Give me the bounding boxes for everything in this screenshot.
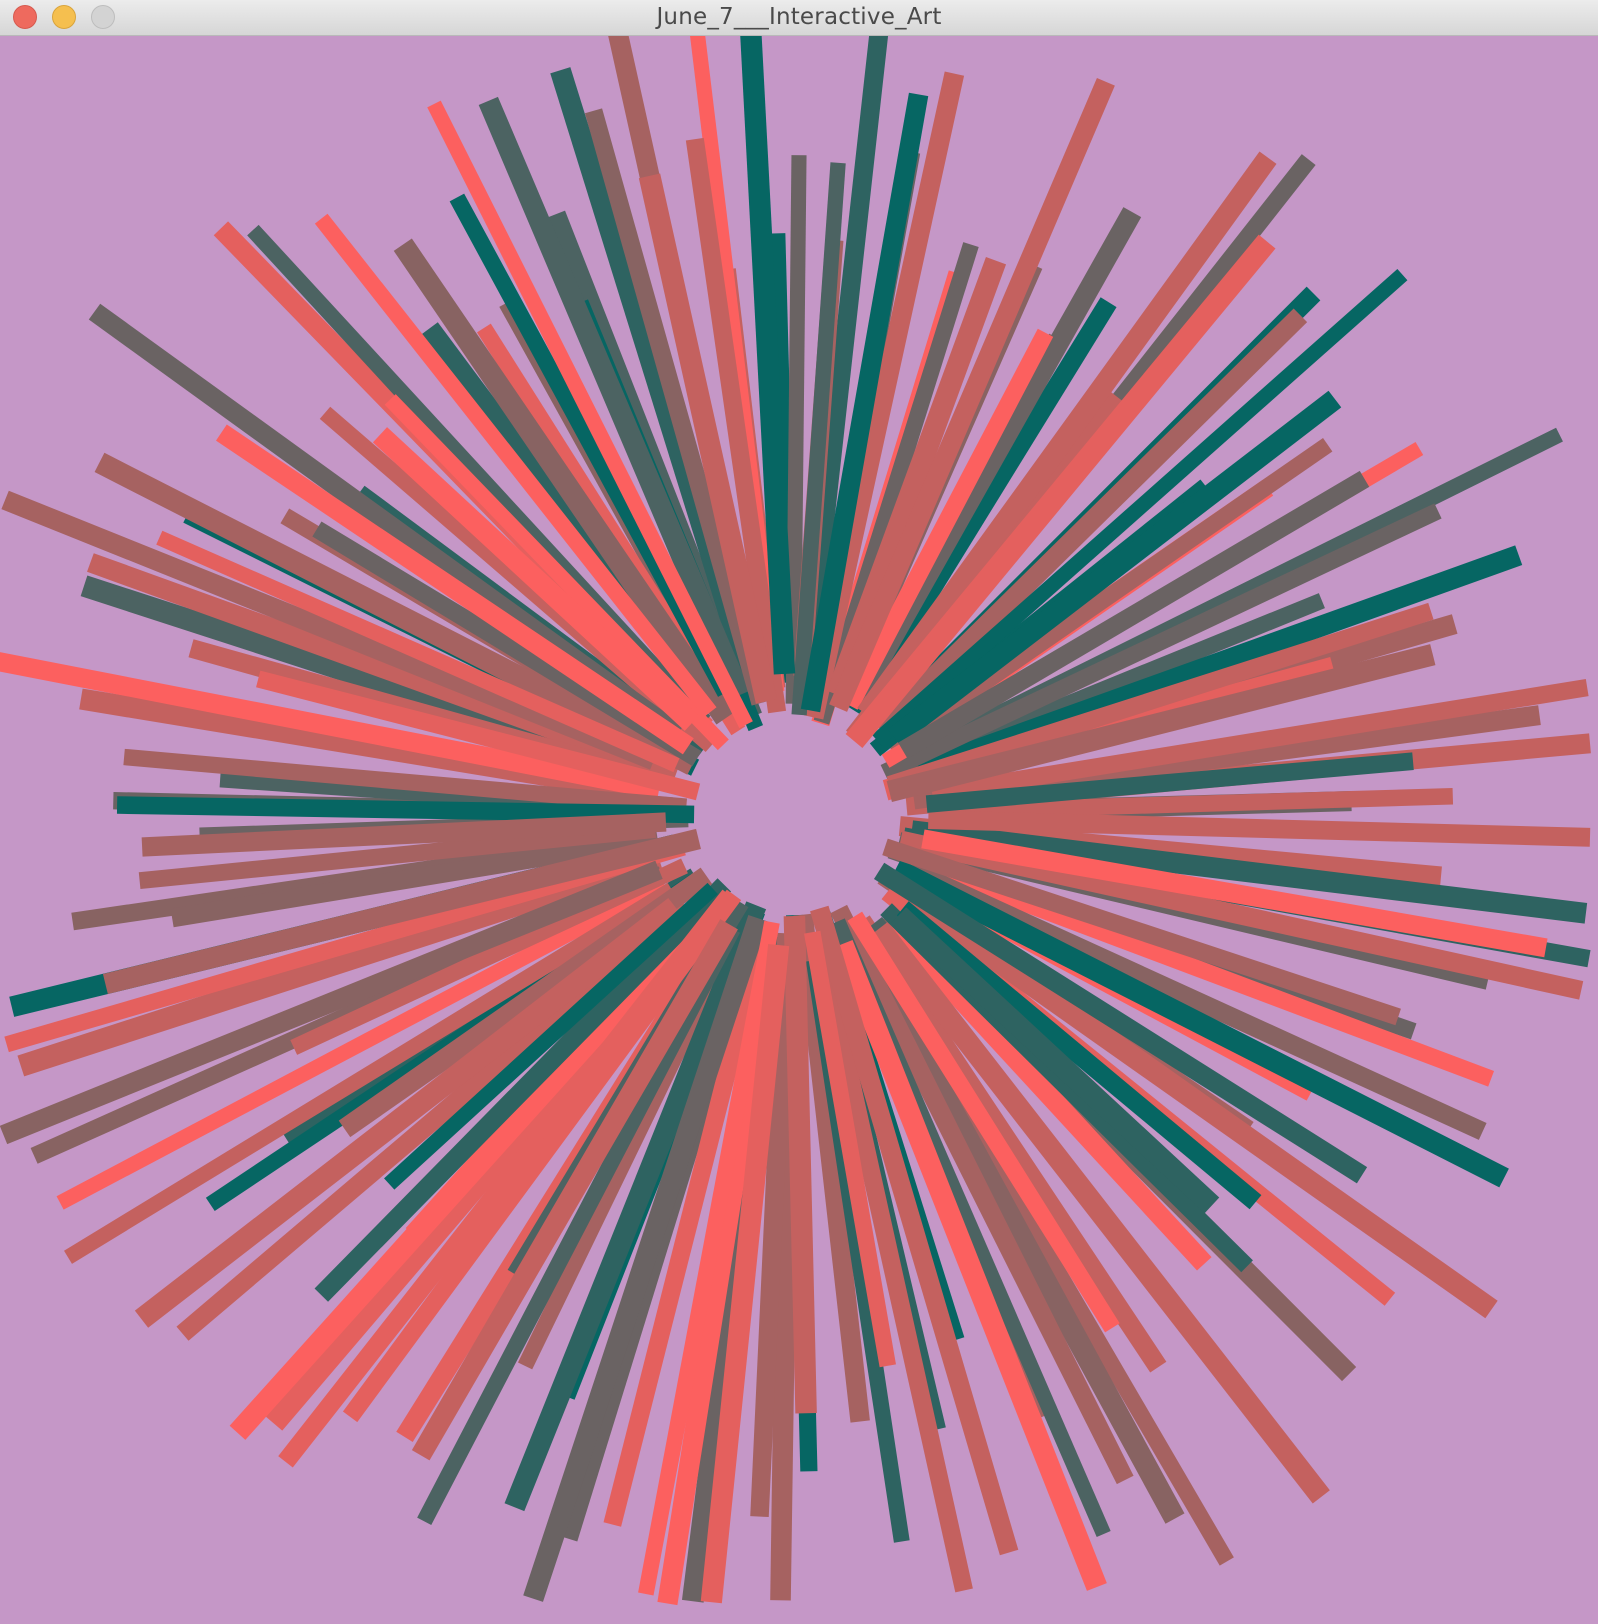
radial-bar (116, 796, 695, 824)
sketch-canvas[interactable] (0, 36, 1598, 1624)
radial-bar (783, 915, 817, 1414)
title-bar[interactable]: June_7___Interactive_Art (0, 0, 1598, 36)
radial-bars-artwork[interactable] (0, 36, 1598, 1624)
window-title: June_7___Interactive_Art (656, 4, 942, 30)
app-window: June_7___Interactive_Art (0, 0, 1598, 1624)
